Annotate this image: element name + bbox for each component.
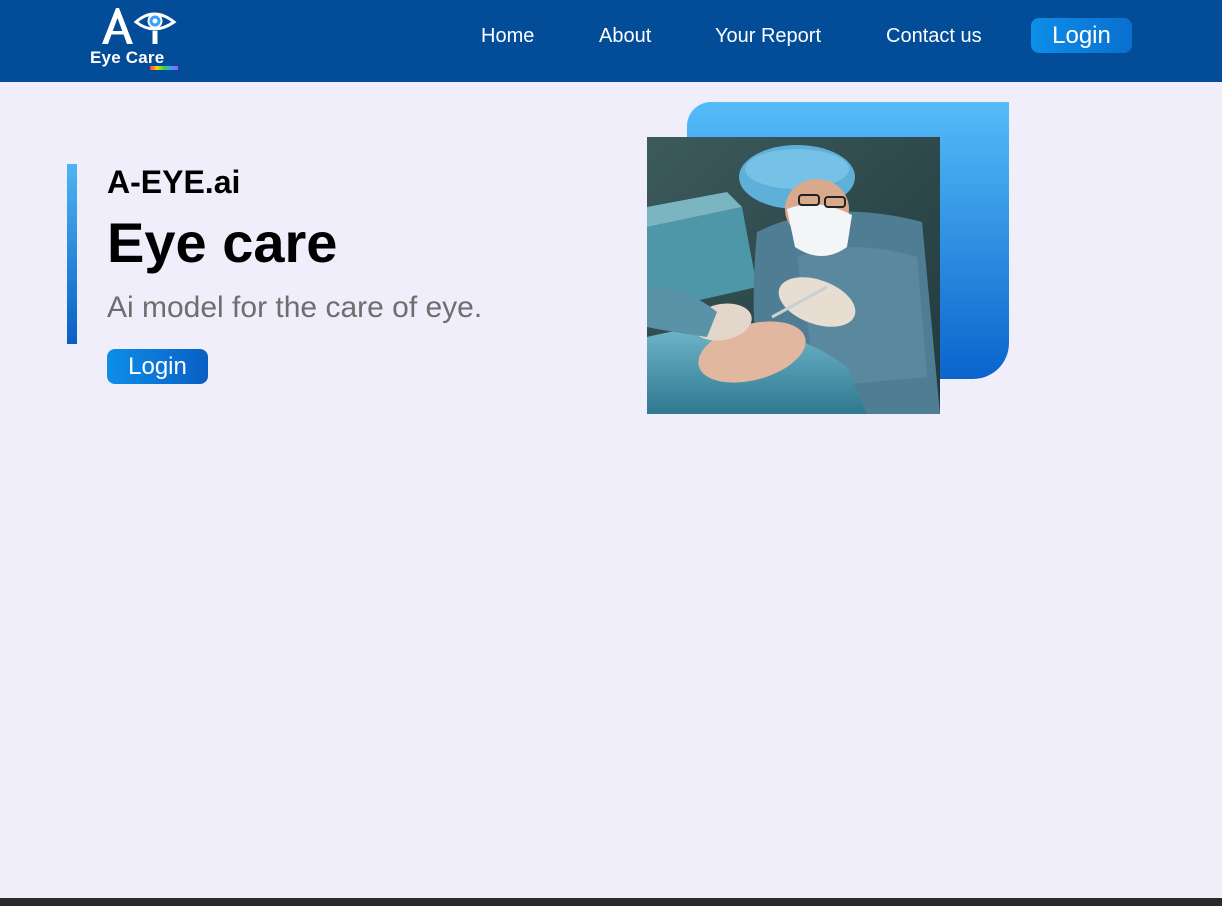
- nav-login-button[interactable]: Login: [1031, 18, 1132, 53]
- hero-brand: A-EYE.ai: [107, 164, 241, 200]
- nav-contact-us[interactable]: Contact us: [886, 25, 982, 48]
- nav-your-report[interactable]: Your Report: [715, 25, 821, 48]
- hero-title: Eye care: [107, 211, 338, 274]
- hero-login-button[interactable]: Login: [107, 349, 208, 384]
- logo-text: Eye Care: [90, 48, 165, 67]
- hero-accent-bar: [67, 164, 77, 344]
- os-taskbar: [0, 898, 1222, 906]
- nav-home[interactable]: Home: [481, 25, 534, 48]
- logo-mark-icon: [102, 8, 177, 44]
- logo-color-strip: [150, 66, 178, 70]
- hero-subtitle: Ai model for the care of eye.: [107, 291, 483, 324]
- nav-about[interactable]: About: [599, 25, 651, 48]
- top-navbar: Eye Care Home About Your Report Contact …: [0, 0, 1222, 82]
- logo[interactable]: Eye Care: [88, 4, 188, 76]
- surgeon-photo: [647, 137, 940, 414]
